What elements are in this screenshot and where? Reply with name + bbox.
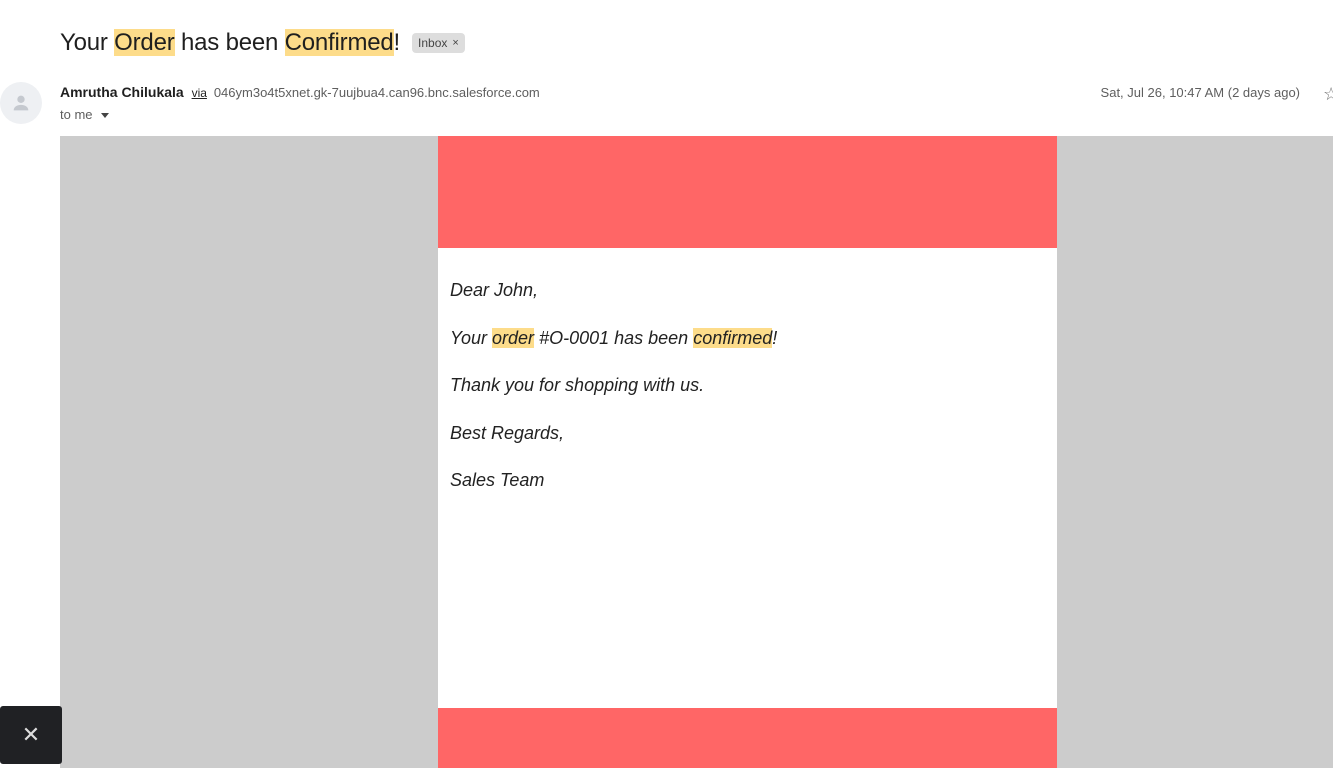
signature-line: Sales Team (450, 470, 545, 490)
inbox-label-chip[interactable]: Inbox × (412, 33, 465, 53)
sender-line: Amrutha Chilukala via 046ym3o4t5xnet.gk-… (60, 84, 540, 100)
via-link[interactable]: via (192, 86, 207, 100)
sender-address: 046ym3o4t5xnet.gk-7uujbua4.can96.bnc.sal… (213, 85, 540, 100)
sender-name[interactable]: Amrutha Chilukala (60, 84, 184, 100)
sender-avatar[interactable] (0, 82, 42, 124)
person-icon (13, 95, 29, 111)
recipient-toggle[interactable]: to me (60, 107, 109, 122)
remove-label-icon[interactable]: × (452, 37, 458, 49)
recipient-text: to me (60, 107, 93, 122)
star-icon[interactable]: ☆ (1323, 84, 1333, 105)
email-subject: Your Order has been Confirmed! Inbox × (60, 26, 465, 60)
toast-panel: ✕ (0, 706, 62, 764)
inbox-label-text: Inbox (418, 36, 448, 50)
email-body-frame: Dear John, Your order #O-0001 has been c… (60, 136, 1333, 768)
email-card: Dear John, Your order #O-0001 has been c… (438, 136, 1057, 768)
footer-banner (438, 708, 1057, 768)
subject-text: Your Order has been Confirmed! (60, 29, 401, 56)
email-message: Dear John, Your order #O-0001 has been c… (450, 279, 777, 517)
confirmation-line: Your order #O-0001 has been confirmed! (450, 327, 778, 348)
greeting: Dear John, (450, 280, 539, 300)
close-icon[interactable]: ✕ (22, 722, 40, 748)
caret-down-icon[interactable] (100, 113, 109, 118)
signoff-line: Best Regards, (450, 422, 565, 443)
thanks-line: Thank you for shopping with us. (450, 375, 705, 395)
email-date: Sat, Jul 26, 10:47 AM (2 days ago) (1100, 85, 1300, 100)
header-banner (438, 136, 1057, 248)
